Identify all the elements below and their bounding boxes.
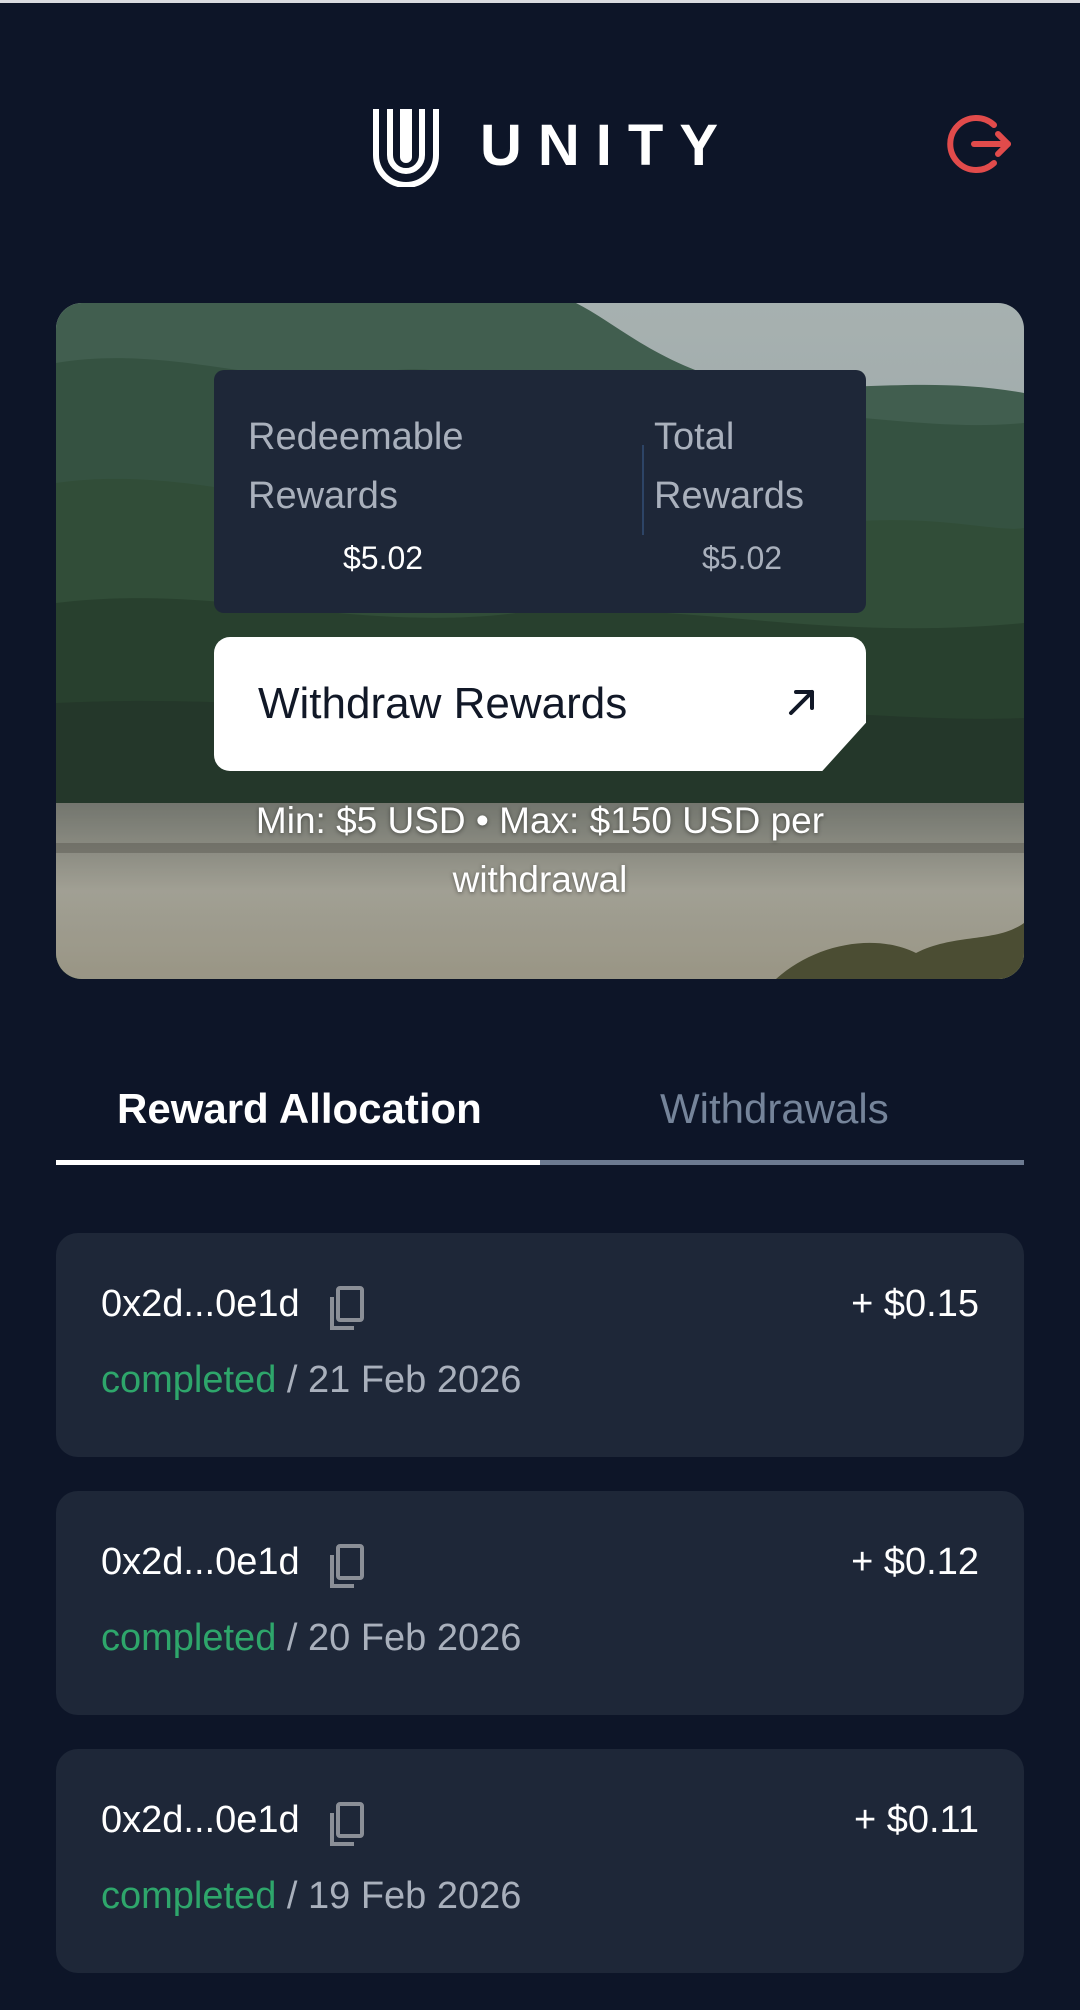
- logout-icon: [947, 115, 1011, 173]
- total-rewards-label: Total Rewards: [654, 416, 804, 517]
- transaction-meta: completed / 19 Feb 2026: [101, 1875, 521, 1918]
- copy-icon[interactable]: [326, 1543, 366, 1589]
- tab-bar: Reward Allocation Withdrawals: [56, 1065, 1024, 1165]
- total-rewards: Total Rewards $5.02: [654, 408, 844, 577]
- tab-withdrawals[interactable]: Withdrawals: [540, 1065, 1024, 1165]
- redeemable-rewards-label: Redeemable Rewards: [248, 416, 464, 517]
- reward-amount: + $0.12: [851, 1541, 979, 1583]
- list-item: 0x2d...0e1d + $0.15 completed / 21 Feb 2…: [56, 1233, 1024, 1457]
- withdraw-rewards-button[interactable]: Withdraw Rewards: [214, 637, 866, 771]
- brand-name: UNITY: [480, 113, 734, 178]
- redeemable-rewards-value: $5.02: [343, 540, 424, 576]
- copy-icon[interactable]: [326, 1801, 366, 1847]
- arrow-up-right-icon: [789, 690, 814, 715]
- list-item: 0x2d...0e1d + $0.11 completed / 19 Feb 2…: [56, 1749, 1024, 1973]
- reward-amount: + $0.11: [853, 1799, 979, 1841]
- top-edge: [0, 0, 1080, 3]
- withdrawal-limits-text: Min: $5 USD • Max: $150 USD per withdraw…: [255, 800, 825, 900]
- withdraw-rewards-label: Withdraw Rewards: [258, 679, 628, 728]
- total-rewards-value: $5.02: [702, 540, 783, 576]
- reward-amount: + $0.15: [851, 1283, 979, 1325]
- withdrawal-limits: Min: $5 USD • Max: $150 USD per withdraw…: [56, 791, 1024, 909]
- transaction-date: / 19 Feb 2026: [276, 1875, 522, 1917]
- tab-reward-allocation[interactable]: Reward Allocation: [56, 1065, 540, 1165]
- rewards-summary: Redeemable Rewards $5.02 Total Rewards $…: [214, 370, 866, 613]
- copy-icon[interactable]: [326, 1285, 366, 1331]
- wallet-address: 0x2d...0e1d: [101, 1799, 300, 1841]
- transaction-meta: completed / 20 Feb 2026: [101, 1617, 521, 1660]
- unity-logo-icon: [373, 109, 439, 187]
- status-text: completed: [101, 1875, 277, 1917]
- transaction-date: / 20 Feb 2026: [276, 1617, 522, 1659]
- header: UNITY: [0, 95, 1080, 195]
- list-item: 0x2d...0e1d + $0.12 completed / 20 Feb 2…: [56, 1491, 1024, 1715]
- tab-active-indicator: [56, 1160, 540, 1165]
- wallet-address: 0x2d...0e1d: [101, 1283, 300, 1325]
- tab-inactive-indicator: [540, 1160, 1024, 1165]
- logout-button[interactable]: [944, 109, 1014, 179]
- status-text: completed: [101, 1359, 277, 1401]
- reward-allocation-list: 0x2d...0e1d + $0.15 completed / 21 Feb 2…: [56, 1233, 1024, 2007]
- transaction-meta: completed / 21 Feb 2026: [101, 1359, 521, 1402]
- tab-reward-allocation-label: Reward Allocation: [117, 1085, 482, 1132]
- wallet-address: 0x2d...0e1d: [101, 1541, 300, 1583]
- brand-logo: UNITY: [370, 105, 734, 187]
- transaction-date: / 21 Feb 2026: [276, 1359, 522, 1401]
- rewards-hero-card: Redeemable Rewards $5.02 Total Rewards $…: [56, 303, 1024, 979]
- redeemable-rewards: Redeemable Rewards $5.02: [248, 408, 578, 577]
- status-text: completed: [101, 1617, 277, 1659]
- tab-withdrawals-label: Withdrawals: [660, 1085, 889, 1132]
- rewards-divider: [642, 445, 644, 535]
